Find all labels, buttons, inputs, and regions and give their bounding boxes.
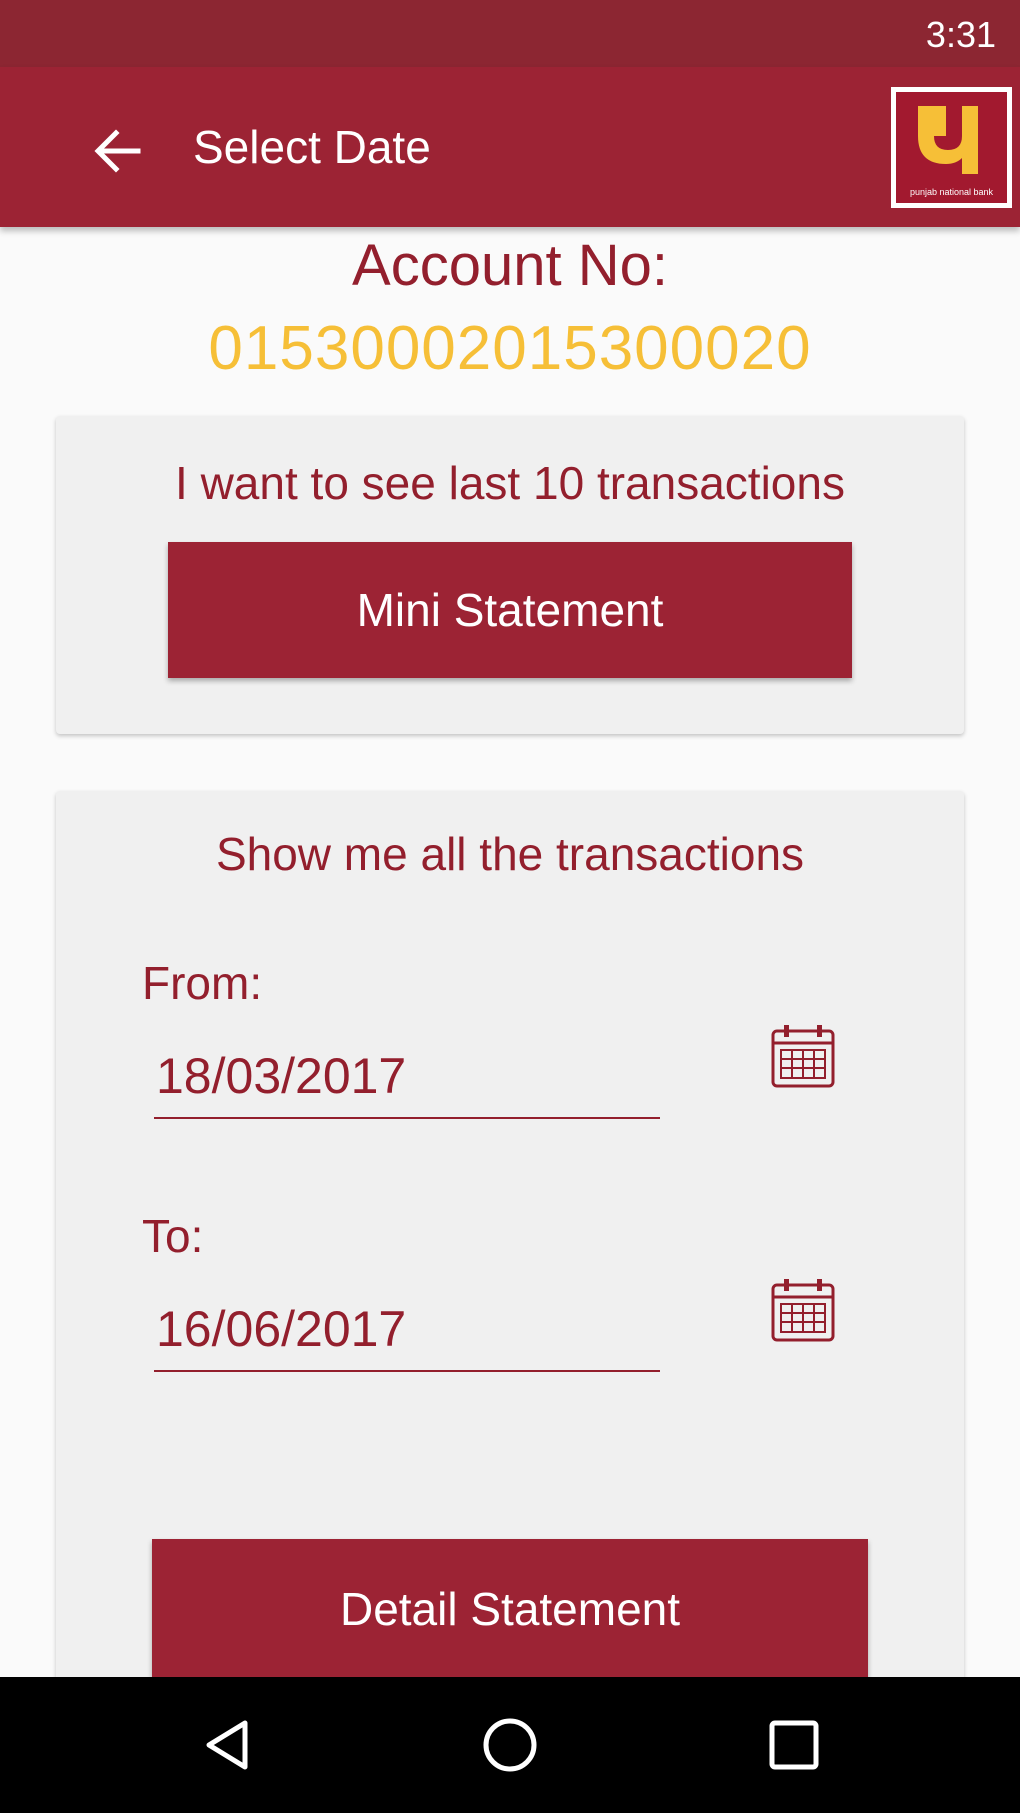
page-title: Select Date (193, 121, 431, 173)
status-time: 3:31 (925, 14, 996, 55)
to-date-field[interactable]: 16/06/2017 (154, 1301, 660, 1372)
detail-statement-button[interactable]: Detail Statement (152, 1539, 868, 1679)
status-bar: 3:31 (0, 0, 1020, 67)
to-date-value: 16/06/2017 (156, 1301, 407, 1357)
pnb-logo-icon: punjab national bank (891, 87, 1012, 208)
to-label: To: (142, 1210, 204, 1262)
app-bar: Select Date punjab national bank (0, 67, 1020, 227)
nav-home-icon[interactable] (480, 1715, 540, 1775)
nav-recents-icon[interactable] (764, 1715, 824, 1775)
from-label: From: (142, 957, 263, 1009)
detail-statement-card: Show me all the transactions From: 18/03… (56, 791, 964, 1813)
back-arrow-icon[interactable] (88, 121, 148, 181)
from-date-field[interactable]: 18/03/2017 (154, 1048, 660, 1119)
from-calendar-icon[interactable] (770, 1023, 836, 1089)
detail-card-heading: Show me all the transactions (215, 828, 805, 880)
logo-text: punjab national bank (909, 187, 994, 197)
account-number: 01530002015300020 (208, 314, 812, 383)
navigation-bar (0, 1677, 1020, 1813)
account-label: Account No: (352, 233, 668, 298)
to-calendar-icon[interactable] (770, 1277, 836, 1343)
mini-card-heading: I want to see last 10 transactions (175, 457, 845, 509)
mini-statement-button[interactable]: Mini Statement (168, 542, 852, 678)
nav-back-icon[interactable] (197, 1715, 257, 1775)
mini-statement-card: I want to see last 10 transactions Mini … (56, 416, 964, 734)
from-date-value: 18/03/2017 (156, 1048, 407, 1104)
